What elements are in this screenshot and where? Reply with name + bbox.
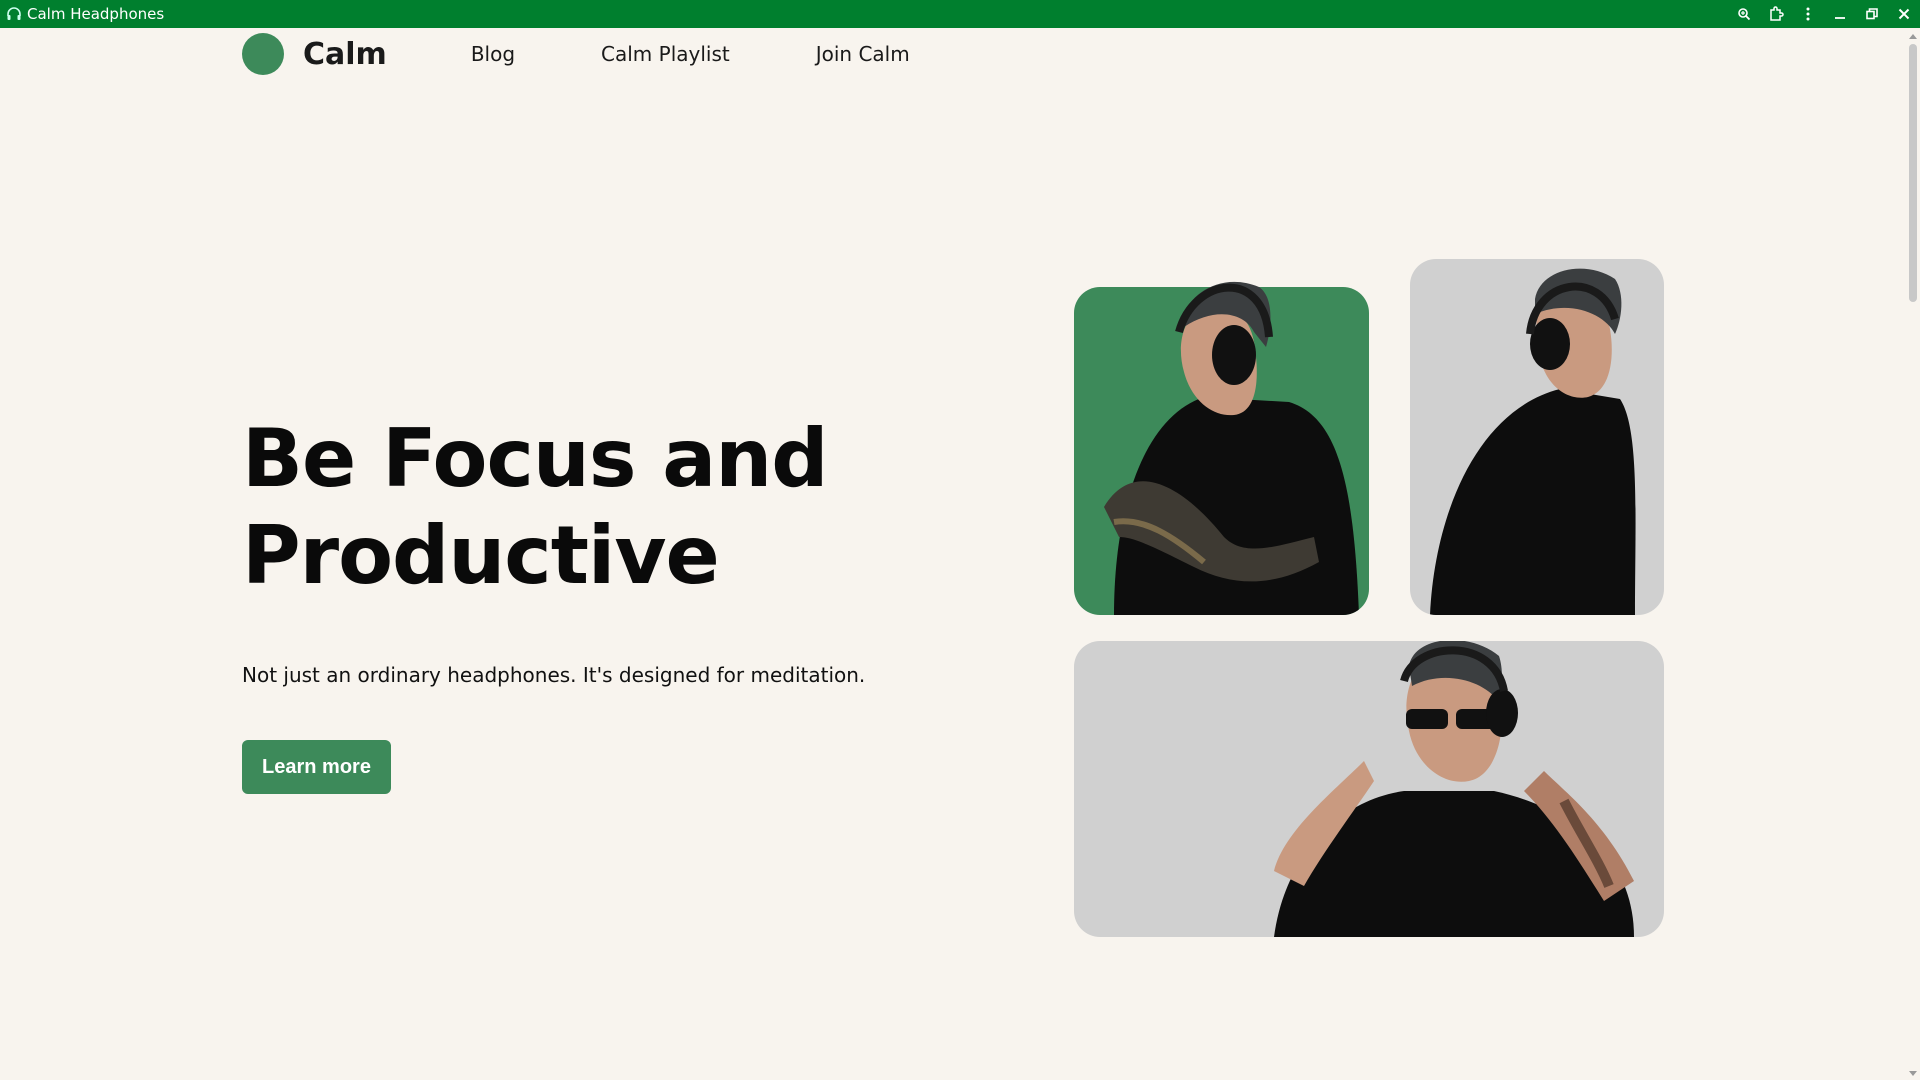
close-icon[interactable] [1888,0,1920,28]
nav-link-blog[interactable]: Blog [471,42,515,66]
brand-name[interactable]: Calm [303,37,387,72]
vertical-scrollbar[interactable] [1906,28,1920,1080]
hero-subtitle: Not just an ordinary headphones. It's de… [242,663,866,687]
nav-link-join-calm[interactable]: Join Calm [816,42,910,66]
menu-icon[interactable] [1792,0,1824,28]
minimize-icon[interactable] [1824,0,1856,28]
top-nav: Calm Blog Calm Playlist Join Calm [242,29,910,79]
scroll-down-icon[interactable] [1909,1071,1917,1076]
photo-man-sunglasses [1074,641,1664,937]
zoom-icon[interactable] [1728,0,1760,28]
learn-more-button[interactable]: Learn more [242,740,391,794]
brand-logo-icon[interactable] [242,33,284,75]
headphones-icon [5,5,23,23]
photo-man-arms-crossed [1074,281,1369,615]
hero-title-line-2: Productive [242,509,720,602]
restore-icon[interactable] [1856,0,1888,28]
hero-title-line-1: Be Focus and [242,412,828,505]
hero-title: Be Focus and Productive [242,410,962,604]
scrollbar-thumb[interactable] [1909,44,1917,302]
photo-man-looking-down [1410,259,1664,615]
scroll-up-icon[interactable] [1909,34,1917,39]
window-controls [1728,0,1920,28]
window-titlebar: Calm Headphones [0,0,1920,28]
extensions-icon[interactable] [1760,0,1792,28]
window-title: Calm Headphones [27,5,165,23]
nav-link-calm-playlist[interactable]: Calm Playlist [601,42,730,66]
